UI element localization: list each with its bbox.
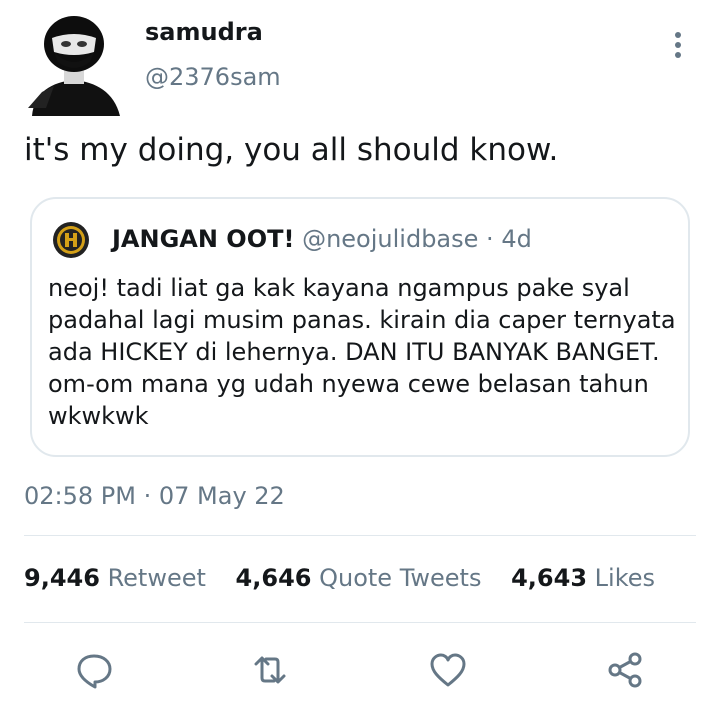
retweets-stat[interactable]: 9,446 Retweet xyxy=(24,564,206,592)
like-icon xyxy=(430,653,466,687)
reply-button[interactable] xyxy=(74,650,114,690)
retweet-icon xyxy=(254,656,286,684)
divider xyxy=(24,535,696,536)
share-icon xyxy=(608,652,642,688)
engagement-stats: 9,446 Retweet 4,646 Quote Tweets 4,643 L… xyxy=(24,564,677,592)
more-options-button[interactable] xyxy=(664,30,692,60)
likes-label: Likes xyxy=(594,564,656,592)
reply-icon xyxy=(77,654,112,689)
author-display-name[interactable]: samudra xyxy=(145,18,263,46)
more-vertical-icon xyxy=(675,32,681,58)
share-button[interactable] xyxy=(605,650,645,690)
quoted-tweet-text: neoj! tadi liat ga kak kayana ngampus pa… xyxy=(48,274,676,430)
quote-tweets-stat[interactable]: 4,646 Quote Tweets xyxy=(236,564,482,592)
like-button[interactable] xyxy=(428,650,468,690)
quoted-tweet-header: JANGAN OOT! @neojulidbase · 4d xyxy=(112,225,532,253)
quote-tweets-count: 4,646 xyxy=(235,564,312,592)
quoted-author-handle: @neojulidbase xyxy=(302,225,479,253)
retweets-label: Retweet xyxy=(107,564,206,592)
divider xyxy=(24,622,696,623)
quoted-author-name: JANGAN OOT! xyxy=(112,225,295,253)
avatar-image xyxy=(28,16,120,116)
likes-stat[interactable]: 4,643 Likes xyxy=(511,564,655,592)
tweet-text: it's my doing, you all should know. xyxy=(24,132,559,168)
likes-count: 4,643 xyxy=(511,564,588,592)
author-handle[interactable]: @2376sam xyxy=(145,63,281,91)
quote-tweets-label: Quote Tweets xyxy=(319,564,482,592)
quoted-time: 4d xyxy=(501,225,532,253)
quoted-tweet-card[interactable]: JANGAN OOT! @neojulidbase · 4d neoj! tad… xyxy=(30,197,690,457)
tweet-timestamp[interactable]: 02:58 PM · 07 May 22 xyxy=(24,482,285,510)
quoted-author-avatar xyxy=(52,221,90,259)
quoted-separator: · xyxy=(486,225,494,253)
retweets-count: 9,446 xyxy=(24,564,100,592)
retweet-button[interactable] xyxy=(250,650,290,690)
badge-logo-icon xyxy=(53,222,89,258)
author-avatar[interactable] xyxy=(24,12,124,116)
